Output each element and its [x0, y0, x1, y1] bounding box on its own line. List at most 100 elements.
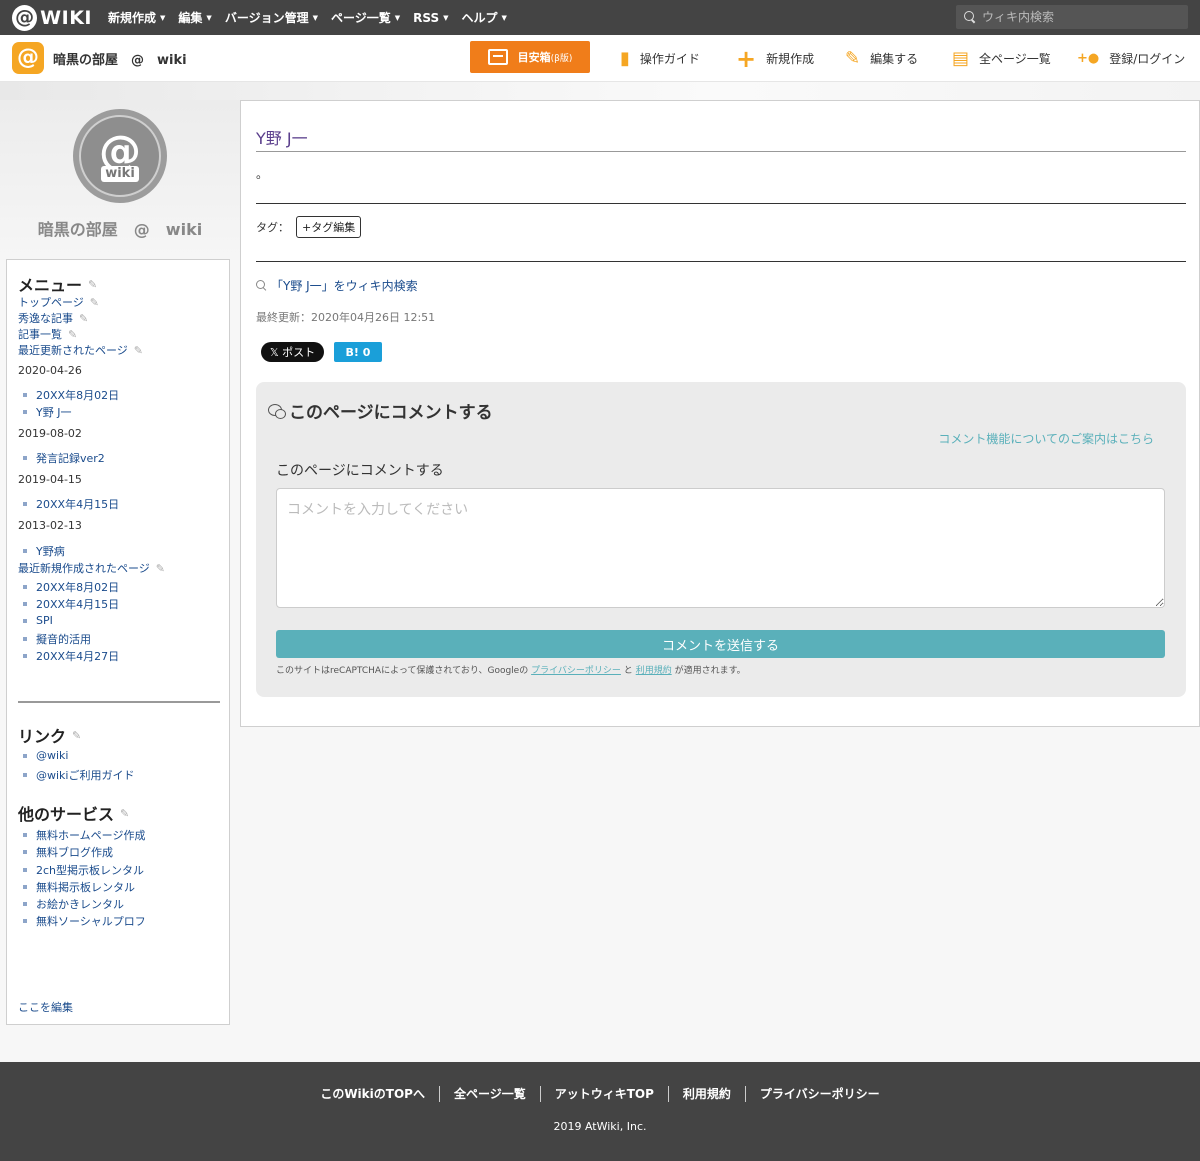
top-nav-rss[interactable]: RSS ▼ [413, 9, 448, 26]
recaptcha-note: このサイトはreCAPTCHAによって保護されており、Googleの プライバシ… [276, 666, 746, 676]
top-nav-version[interactable]: バージョン管理 ▼ [225, 9, 318, 26]
top-nav: 新規作成 ▼ 編集 ▼ バージョン管理 ▼ ページ一覧 ▼ RSS ▼ ヘルプ ▼ [108, 9, 520, 26]
edit-pencil-icon[interactable]: ✎ [72, 729, 81, 742]
recent-date: 2019-08-02 [18, 427, 82, 440]
guide-icon: ▮ [620, 47, 630, 69]
comment-submit-button[interactable]: コメントを送信する [276, 630, 1165, 658]
login-link[interactable]: +● 登録/ログイン [1077, 35, 1185, 82]
divider [256, 203, 1186, 204]
menu-link-top[interactable]: トップページ ✎ [18, 294, 99, 310]
atwiki-logo[interactable]: @ WIKI [12, 4, 92, 31]
link-atwiki[interactable]: @wiki [23, 749, 68, 762]
search-icon [256, 280, 267, 291]
guide-link[interactable]: ▮ 操作ガイド [620, 35, 700, 82]
recent-new-heading[interactable]: 最近新規作成されたページ ✎ [18, 560, 165, 576]
service-link[interactable]: 無料ソーシャルプロフ [23, 913, 146, 929]
caret-down-icon: ▼ [501, 13, 507, 22]
top-nav-new[interactable]: 新規作成 ▼ [108, 9, 165, 26]
caret-down-icon: ▼ [206, 13, 212, 22]
hatena-bookmark-button[interactable]: B! 0 [334, 342, 382, 362]
list-item[interactable]: 20XX年8月02日 [23, 387, 119, 403]
services-heading: 他のサービス ✎ [18, 805, 130, 824]
menu-link-recent[interactable]: 最近更新されたページ ✎ [18, 342, 143, 358]
edit-pencil-icon[interactable]: ✎ [120, 807, 129, 820]
recent-date: 2019-04-15 [18, 473, 82, 486]
document-icon: ▤ [952, 47, 970, 69]
list-item[interactable]: Y野病 [23, 543, 65, 559]
list-item[interactable]: 発言記録ver2 [23, 450, 105, 466]
links-heading: リンク ✎ [18, 727, 82, 746]
edit-pencil-icon: ✎ [89, 296, 99, 309]
x-post-button[interactable]: 𝕏 ポスト [261, 342, 324, 362]
footer-link-privacy[interactable]: プライバシーポリシー [744, 1086, 894, 1102]
service-link[interactable]: 2ch型掲示板レンタル [23, 862, 144, 878]
menu-heading: メニュー ✎ [18, 276, 98, 295]
service-link[interactable]: 無料ホームページ作成 [23, 827, 145, 843]
site-logo-icon[interactable]: @ [12, 42, 44, 74]
list-item[interactable]: 20XX年4月15日 [23, 596, 119, 612]
page-body-text: 。 [256, 167, 269, 181]
wiki-search-link[interactable]: 「Y野 J一」をウィキ内検索 [256, 277, 418, 294]
sidebar-site-title[interactable]: 暗黒の部屋 @ wiki [0, 216, 240, 240]
list-item[interactable]: Y野 J一 [23, 404, 71, 420]
edit-pencil-icon: ✎ [79, 312, 89, 325]
footer-link-terms[interactable]: 利用規約 [667, 1086, 745, 1102]
footer-link-all-pages[interactable]: 全ページ一覧 [438, 1086, 540, 1102]
main-content: Y野 J一 。 タグ： +タグ編集 「Y野 J一」をウィキ内検索 最終更新：20… [240, 100, 1200, 727]
terms-link[interactable]: 利用規約 [636, 666, 672, 676]
top-nav-edit[interactable]: 編集 ▼ [178, 9, 211, 26]
list-item[interactable]: 20XX年4月15日 [23, 496, 119, 512]
footer-links: このWikiのTOPへ 全ページ一覧 アットウィキTOP 利用規約 プライバシー… [0, 1086, 1200, 1102]
page-title: Y野 J一 [256, 125, 1186, 152]
list-item[interactable]: 擬音的活用 [23, 631, 91, 647]
sidebar-menu: メニュー ✎ トップページ ✎ 秀逸な記事 ✎ 記事一覧 ✎ 最近更新されたページ ✎ 2… [6, 259, 230, 1025]
comment-textarea[interactable] [276, 488, 1165, 608]
inbox-icon [487, 49, 508, 65]
comment-bubble-icon [268, 403, 286, 419]
add-user-icon: +● [1077, 51, 1100, 66]
comment-guide-link[interactable]: コメント機能についてのご案内はこちら [938, 430, 1154, 447]
menu-link-featured[interactable]: 秀逸な記事 ✎ [18, 310, 88, 326]
footer-link-atwiki-top[interactable]: アットウィキTOP [539, 1086, 668, 1102]
edit-pencil-icon: ✎ [155, 562, 165, 575]
footer-link-wiki-top[interactable]: このWikiのTOPへ [306, 1086, 439, 1102]
copyright: 2019 AtWiki, Inc. [553, 1120, 647, 1133]
search-icon[interactable] [964, 11, 976, 23]
site-header: @ 暗黒の部屋 @ wiki 目安箱 (β版) ▮ 操作ガイド + 新規作成 ✎ 編集す… [0, 35, 1200, 82]
privacy-policy-link[interactable]: プライバシーポリシー [531, 666, 621, 676]
comment-label: このページにコメントする [276, 463, 444, 479]
header-banner [0, 82, 1200, 100]
link-atwiki-guide[interactable]: @wikiご利用ガイド [23, 767, 134, 783]
recent-date: 2020-04-26 [18, 364, 82, 377]
new-page-link[interactable]: + 新規作成 [736, 35, 814, 82]
top-nav-pages[interactable]: ページ一覧 ▼ [331, 9, 400, 26]
list-item[interactable]: 20XX年4月27日 [23, 648, 119, 664]
edit-pencil-icon[interactable]: ✎ [88, 278, 97, 291]
service-link[interactable]: 無料ブログ作成 [23, 844, 113, 860]
comment-box: このページにコメントする コメント機能についてのご案内はこちら このページにコメ… [256, 382, 1186, 697]
comment-title: このページにコメントする [268, 398, 493, 423]
edit-pencil-icon: ✎ [68, 328, 78, 341]
top-nav-help[interactable]: ヘルプ ▼ [462, 9, 507, 26]
caret-down-icon: ▼ [160, 13, 166, 22]
all-pages-link[interactable]: ▤ 全ページ一覧 [952, 35, 1051, 82]
menu-link-articles[interactable]: 記事一覧 ✎ [18, 326, 77, 342]
meyasu-button[interactable]: 目安箱 (β版) [470, 41, 590, 73]
recent-date: 2013-02-13 [18, 519, 82, 532]
caret-down-icon: ▼ [443, 13, 449, 22]
global-top-bar: @ WIKI 新規作成 ▼ 編集 ▼ バージョン管理 ▼ ページ一覧 ▼ RSS ▼ ヘル… [0, 0, 1200, 35]
wiki-big-logo[interactable]: @ wiki [73, 109, 167, 203]
edit-page-link[interactable]: ✎ 編集する [845, 35, 918, 82]
wiki-search-input[interactable] [982, 10, 1172, 24]
edit-here-link[interactable]: ここを編集 [18, 999, 73, 1015]
list-item[interactable]: SPI [23, 614, 53, 627]
caret-down-icon: ▼ [394, 13, 401, 22]
tag-edit-button[interactable]: +タグ編集 [296, 216, 362, 238]
at-logo-icon: @ [12, 4, 38, 31]
list-item[interactable]: 20XX年8月02日 [23, 579, 119, 595]
wiki-search-box [956, 5, 1188, 29]
site-name[interactable]: 暗黒の部屋 @ wiki [53, 49, 187, 68]
footer: このWikiのTOPへ 全ページ一覧 アットウィキTOP 利用規約 プライバシー… [0, 1062, 1200, 1161]
service-link[interactable]: お絵かきレンタル [23, 896, 124, 912]
service-link[interactable]: 無料掲示板レンタル [23, 879, 135, 895]
